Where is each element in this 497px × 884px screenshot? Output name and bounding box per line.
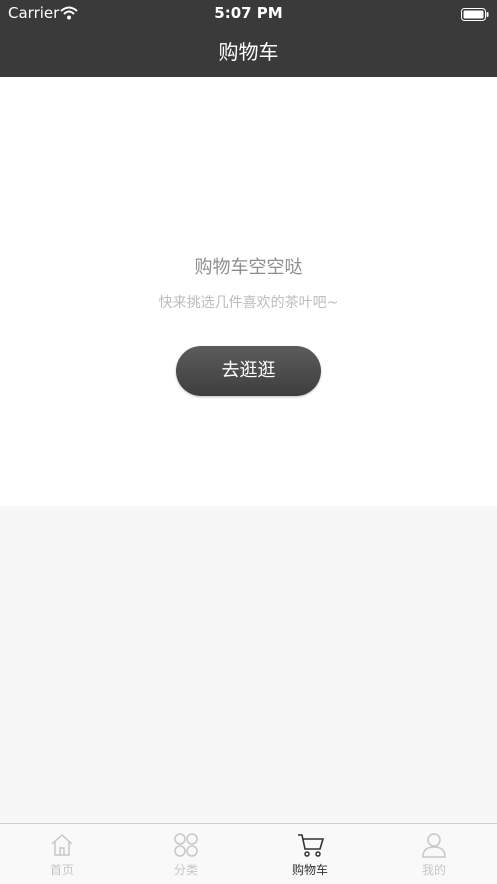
category-icon — [174, 833, 198, 857]
tab-mine-label: 我的 — [421, 863, 446, 877]
tab-cart-label: 购物车 — [291, 863, 328, 877]
status-bar: Carrier 5:07 PM — [0, 0, 497, 26]
top-bar: Carrier 5:07 PM 购物车 — [0, 0, 497, 77]
go-shopping-button[interactable]: 去逛逛 — [176, 346, 321, 396]
page-title: 购物车 — [218, 40, 279, 64]
empty-cart-title: 购物车空空哒 — [194, 257, 303, 278]
tab-home-label: 首页 — [49, 863, 74, 877]
tab-cart[interactable]: 购物车 — [248, 824, 372, 884]
cart-icon — [298, 834, 325, 857]
tab-home[interactable]: 首页 — [0, 824, 124, 884]
empty-cart-subtitle: 快来挑选几件喜欢的茶叶吧~ — [158, 295, 339, 311]
person-icon — [422, 833, 446, 858]
battery-icon — [461, 6, 489, 25]
status-time: 5:07 PM — [214, 4, 283, 22]
tab-mine[interactable]: 我的 — [372, 824, 496, 884]
tab-bar: 首页 分类 购物车 我的 — [0, 823, 497, 884]
tab-category[interactable]: 分类 — [124, 824, 248, 884]
empty-cart-panel: 购物车空空哒 快来挑选几件喜欢的茶叶吧~ 去逛逛 — [0, 77, 497, 506]
home-icon — [51, 833, 73, 856]
tab-category-label: 分类 — [173, 863, 198, 877]
